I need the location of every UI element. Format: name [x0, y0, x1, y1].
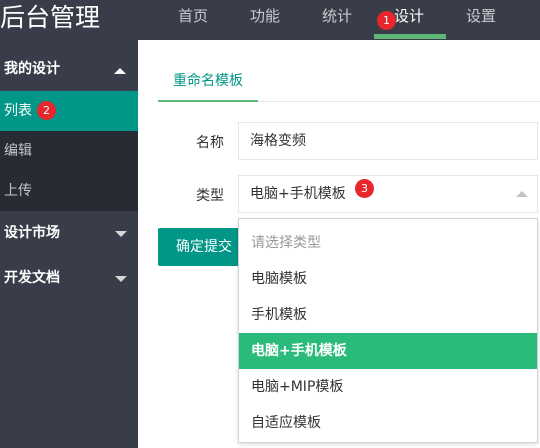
sidebar-item-edit[interactable]: 编辑	[0, 131, 138, 171]
select-caret-icon[interactable]	[516, 191, 528, 197]
type-dropdown: 请选择类型 电脑模板 手机模板 电脑+手机模板 电脑+MIP模板 自适应模板	[238, 218, 538, 443]
nav-features[interactable]: 功能	[250, 0, 280, 40]
dropdown-option[interactable]: 手机模板	[239, 297, 537, 333]
dropdown-placeholder: 请选择类型	[251, 235, 321, 251]
step-badge-2: 2	[37, 101, 56, 120]
submit-button[interactable]: 确定提交	[158, 228, 250, 266]
sidebar-item-label: 编辑	[4, 143, 32, 159]
type-select[interactable]: 电脑+手机模板	[238, 175, 538, 213]
sidebar-group-label: 开发文档	[4, 270, 60, 286]
dropdown-option[interactable]: 电脑+MIP模板	[239, 369, 537, 405]
caret-down-icon	[115, 231, 127, 237]
top-header: 后台管理 首页 功能 统计 设计 设置 1	[0, 0, 540, 40]
tab-active-indicator	[158, 100, 258, 102]
sidebar-item-upload[interactable]: 上传	[0, 171, 138, 211]
nav-active-indicator	[374, 34, 446, 39]
app-logo: 后台管理	[0, 3, 101, 32]
nav-home[interactable]: 首页	[178, 0, 208, 40]
name-label: 名称	[196, 135, 224, 151]
nav-stats[interactable]: 统计	[322, 0, 352, 40]
sidebar-group-my-design[interactable]: 我的设计	[0, 47, 138, 92]
dropdown-option[interactable]: 自适应模板	[239, 405, 537, 441]
step-badge-3: 3	[355, 179, 374, 198]
type-select-value: 电脑+手机模板	[250, 186, 346, 202]
caret-down-icon	[115, 276, 127, 282]
sidebar-group-dev-docs[interactable]: 开发文档	[0, 256, 138, 301]
sidebar: 我的设计 列表 2 编辑 上传 设计市场 开发文档	[0, 40, 138, 448]
sidebar-group-label: 我的设计	[4, 61, 60, 77]
caret-up-icon	[114, 68, 126, 74]
dropdown-option-selected[interactable]: 电脑+手机模板	[239, 333, 537, 369]
sidebar-group-label: 设计市场	[4, 225, 60, 241]
sidebar-item-label: 列表	[4, 103, 32, 119]
sidebar-group-design-market[interactable]: 设计市场	[0, 211, 138, 256]
dropdown-option[interactable]: 电脑模板	[239, 261, 537, 297]
name-input[interactable]: 海格变频	[238, 122, 538, 160]
tab-rename-template[interactable]: 重命名模板	[158, 62, 258, 102]
step-badge-1: 1	[377, 11, 396, 30]
type-label: 类型	[196, 188, 224, 204]
sidebar-item-label: 上传	[4, 183, 32, 199]
nav-settings[interactable]: 设置	[466, 0, 496, 40]
sidebar-item-list[interactable]: 列表 2	[0, 91, 138, 131]
